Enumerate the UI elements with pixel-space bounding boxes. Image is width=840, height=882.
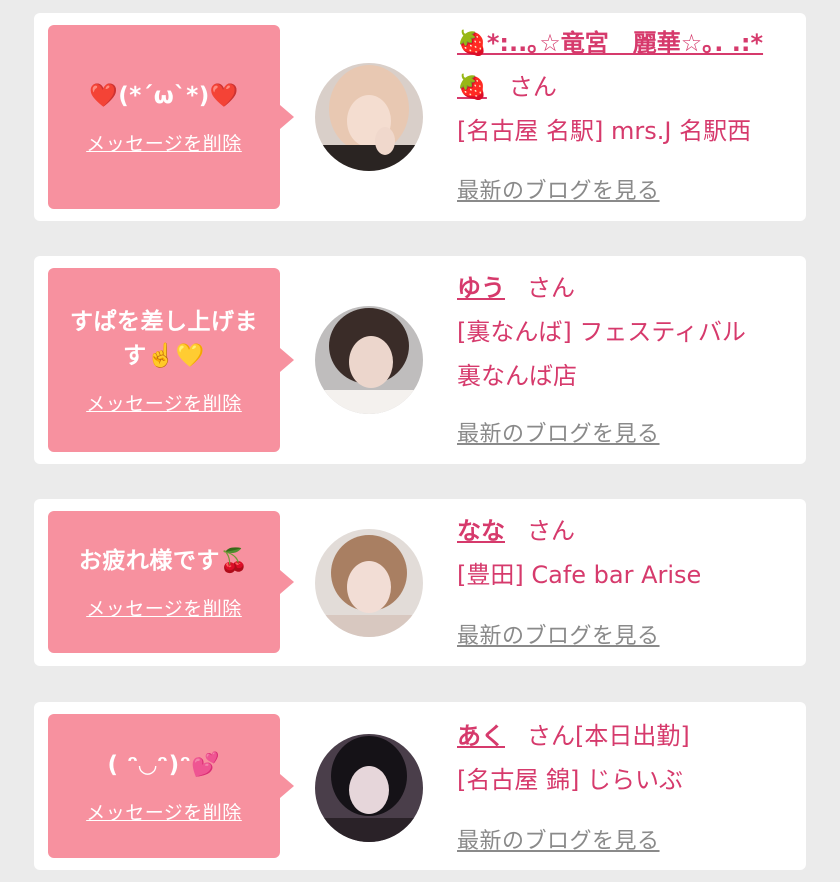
- view-blog-link[interactable]: 最新のブログを見る: [457, 823, 660, 855]
- view-blog-link[interactable]: 最新のブログを見る: [457, 416, 660, 448]
- message-card: ❤️(*´ω`*)❤️ メッセージを削除 🍓*:..｡☆竜宮 麗華☆｡. .:*…: [34, 13, 806, 221]
- message-text: ( ᵔ◡ᵔ)ᵔ💕: [107, 751, 221, 778]
- sender-name-link[interactable]: あく: [457, 722, 505, 750]
- message-bubble: お疲れ様です🍒 メッセージを削除: [48, 511, 294, 653]
- avatar-photo: [315, 734, 423, 842]
- sender-name-link[interactable]: 🍓*:..｡☆竜宮 麗華☆｡. .:*: [457, 29, 763, 57]
- avatar[interactable]: [315, 734, 423, 842]
- avatar-photo: [315, 529, 423, 637]
- message-line: すぱを差し上げま: [70, 308, 258, 335]
- honorific: さん: [527, 517, 575, 545]
- delete-message-link[interactable]: メッセージを削除: [86, 389, 242, 416]
- avatar[interactable]: [315, 306, 423, 414]
- view-blog-link[interactable]: 最新のブログを見る: [457, 618, 660, 650]
- delete-message-link[interactable]: メッセージを削除: [86, 798, 242, 825]
- avatar[interactable]: [315, 529, 423, 637]
- avatar-photo: [315, 306, 423, 414]
- honorific: さん: [527, 722, 575, 750]
- view-blog-link[interactable]: 最新のブログを見る: [457, 173, 660, 205]
- status-badge: [本日出勤]: [575, 722, 690, 750]
- message-list: ❤️(*´ω`*)❤️ メッセージを削除 🍓*:..｡☆竜宮 麗華☆｡. .:*…: [0, 0, 840, 882]
- sender-info: なな さん [豊田] Cafe bar Arise: [457, 509, 802, 597]
- sender-info: あく さん[本日出勤] [名古屋 錦] じらいぶ: [457, 714, 802, 802]
- message-bubble: ( ᵔ◡ᵔ)ᵔ💕 メッセージを削除: [48, 714, 294, 858]
- message-line: す☝️💛: [123, 342, 205, 369]
- message-bubble: ❤️(*´ω`*)❤️ メッセージを削除: [48, 25, 294, 209]
- sender-name-link[interactable]: なな: [457, 517, 505, 545]
- avatar-photo: [315, 63, 423, 171]
- message-text: すぱを差し上げま す☝️💛: [70, 305, 258, 373]
- sender-name-link-cont[interactable]: 🍓: [457, 73, 487, 101]
- message-card: お疲れ様です🍒 メッセージを削除 なな さん [豊田] Cafe bar Aris…: [34, 499, 806, 666]
- sender-info: 🍓*:..｡☆竜宮 麗華☆｡. .:* 🍓 さん [名古屋 名駅] mrs.J 名…: [457, 21, 802, 153]
- message-card: ( ᵔ◡ᵔ)ᵔ💕 メッセージを削除 あく さん[本日出勤] [名古屋 錦] じらい…: [34, 702, 806, 870]
- shop-name: [裏なんば] フェスティバル: [457, 318, 746, 346]
- message-text: ❤️(*´ω`*)❤️: [89, 82, 239, 109]
- message-bubble: すぱを差し上げま す☝️💛 メッセージを削除: [48, 268, 294, 452]
- message-card: すぱを差し上げま す☝️💛 メッセージを削除 ゆう さん [裏なんば] フェスティ…: [34, 256, 806, 464]
- message-text: お疲れ様です🍒: [78, 547, 250, 574]
- shop-name: [豊田] Cafe bar Arise: [457, 561, 702, 589]
- shop-name: [名古屋 錦] じらいぶ: [457, 766, 683, 794]
- sender-name-link[interactable]: ゆう: [457, 274, 505, 302]
- delete-message-link[interactable]: メッセージを削除: [86, 594, 242, 621]
- honorific: さん: [527, 274, 575, 302]
- delete-message-link[interactable]: メッセージを削除: [86, 129, 242, 156]
- sender-info: ゆう さん [裏なんば] フェスティバル 裏なんば店: [457, 266, 802, 398]
- avatar[interactable]: [315, 63, 423, 171]
- honorific: さん: [508, 73, 557, 101]
- shop-name: [名古屋 名駅] mrs.J 名駅西: [457, 117, 752, 145]
- shop-name-cont: 裏なんば店: [457, 362, 577, 390]
